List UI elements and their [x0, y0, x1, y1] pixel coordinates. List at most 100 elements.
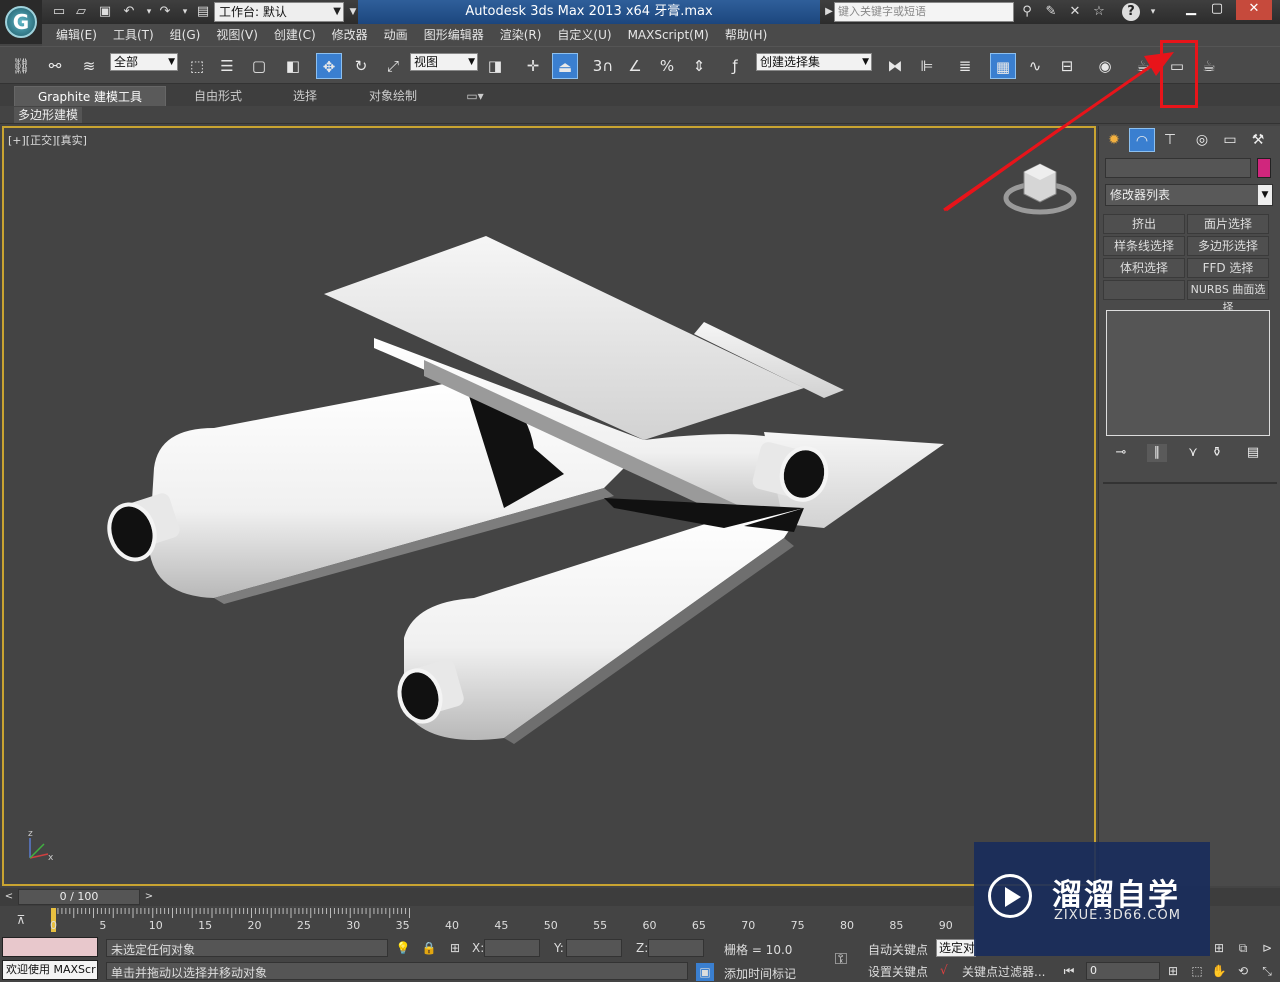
make-unique-icon[interactable]: ⋎ — [1183, 444, 1203, 462]
x-coordinate-input[interactable] — [484, 939, 540, 957]
modify-tab-icon[interactable]: ◠ — [1129, 128, 1155, 152]
keyboard-shortcut-override-icon[interactable]: ⏏ — [552, 53, 578, 79]
menu-views[interactable]: 视图(V) — [208, 24, 266, 46]
y-coordinate-input[interactable] — [566, 939, 622, 957]
spline-select-button[interactable]: 样条线选择 — [1103, 236, 1185, 256]
render-production-icon[interactable]: ☕ — [1196, 53, 1222, 79]
create-tab-icon[interactable]: ✹ — [1101, 128, 1127, 152]
spinner-snap-icon[interactable]: ⇕ — [686, 53, 712, 79]
unlink-selection-icon[interactable]: ⚯ — [42, 53, 68, 79]
extrude-button[interactable]: 挤出 — [1103, 214, 1185, 234]
maxscript-welcome[interactable]: 欢迎使用 MAXScr — [2, 960, 98, 980]
tab-freeform[interactable]: 自由形式 — [170, 86, 266, 106]
select-and-rotate-icon[interactable]: ↻ — [348, 53, 374, 79]
zoom-extents-selected-icon[interactable]: ⧉ — [1234, 939, 1252, 957]
undo-icon[interactable]: ↶ — [120, 3, 138, 21]
angle-snap-icon[interactable]: ∠ — [622, 53, 648, 79]
set-key-icon[interactable]: ⚿ — [832, 950, 850, 968]
configure-modifier-sets-icon[interactable]: ▤ — [1243, 444, 1263, 462]
menu-modifiers[interactable]: 修改器 — [324, 24, 376, 46]
selection-lock-icon[interactable]: 🔒 — [420, 939, 438, 957]
time-configuration-icon[interactable]: ⊞ — [1164, 962, 1182, 980]
select-and-move-icon[interactable]: ✥ — [316, 53, 342, 79]
isolate-selection-icon[interactable]: 💡 — [394, 939, 412, 957]
absolute-mode-icon[interactable]: ⊞ — [446, 939, 464, 957]
subscription-icon[interactable]: ✎ — [1042, 3, 1060, 21]
polygon-modeling-panel[interactable]: 多边形建模 — [14, 107, 83, 123]
menu-group[interactable]: 组(G) — [162, 24, 209, 46]
select-and-link-icon[interactable]: ⛓ — [8, 53, 34, 79]
tab-graphite-modeling[interactable]: Graphite 建模工具 — [14, 86, 166, 106]
previous-frame-icon[interactable]: < — [2, 890, 16, 904]
time-tag-icon[interactable]: ▣ — [696, 963, 714, 981]
object-color-swatch[interactable] — [1257, 158, 1271, 178]
new-file-icon[interactable]: ▭ — [50, 3, 68, 21]
menu-rendering[interactable]: 渲染(R) — [492, 24, 550, 46]
snaps-toggle-icon[interactable]: 3∩ — [590, 53, 616, 79]
select-and-scale-icon[interactable]: ⤢ — [380, 53, 406, 79]
help-icon[interactable]: ? — [1122, 3, 1140, 21]
object-name-field[interactable] — [1105, 158, 1251, 178]
window-crossing-icon[interactable]: ◧ — [280, 53, 306, 79]
select-by-name-icon[interactable]: ☰ — [214, 53, 240, 79]
menu-tools[interactable]: 工具(T) — [105, 24, 162, 46]
pan-view-icon[interactable]: ✋ — [1210, 962, 1228, 980]
next-frame-icon[interactable]: > — [142, 890, 156, 904]
patch-select-button[interactable]: 面片选择 — [1187, 214, 1269, 234]
show-end-result-icon[interactable]: ∥ — [1147, 444, 1167, 462]
tab-object-paint[interactable]: 对象绘制 — [346, 86, 440, 106]
help-dropdown-icon[interactable]: ▾ — [1144, 3, 1162, 21]
menu-create[interactable]: 创建(C) — [266, 24, 324, 46]
align-icon[interactable]: ⊫ — [914, 53, 940, 79]
save-file-icon[interactable]: ▣ — [96, 3, 114, 21]
empty-modifier-button[interactable] — [1103, 280, 1185, 300]
volume-select-button[interactable]: 体积选择 — [1103, 258, 1185, 278]
redo-icon[interactable]: ↷ — [156, 3, 174, 21]
minimize-button[interactable]: ▁ — [1178, 0, 1204, 20]
select-manipulate-icon[interactable]: ✛ — [520, 53, 546, 79]
communication-icon[interactable]: ✕ — [1066, 3, 1084, 21]
auto-key-button[interactable]: 自动关键点 — [868, 941, 928, 958]
menu-maxscript[interactable]: MAXScript(M) — [620, 24, 717, 46]
reference-coordinate-dropdown[interactable]: 视图 ▼ — [410, 53, 478, 71]
poly-select-button[interactable]: 多边形选择 — [1187, 236, 1269, 256]
tab-selection[interactable]: 选择 — [268, 86, 342, 106]
nurbs-surface-select-button[interactable]: NURBS 曲面选择 — [1187, 280, 1269, 314]
utilities-tab-icon[interactable]: ⚒ — [1245, 128, 1271, 152]
orbit-icon[interactable]: ⟲ — [1234, 962, 1252, 980]
perspective-viewport[interactable]: z x [+][正交][真实] — [2, 126, 1096, 886]
pin-stack-icon[interactable]: ⊸ — [1111, 444, 1131, 462]
viewport-label[interactable]: [+][正交][真实] — [8, 132, 87, 148]
mirror-icon[interactable]: ⧓ — [882, 53, 908, 79]
open-file-icon[interactable]: ▱ — [72, 3, 90, 21]
edit-named-selections-icon[interactable]: ƒ — [722, 53, 748, 79]
redo-dropdown-icon[interactable]: ▾ — [176, 3, 194, 21]
remove-modifier-icon[interactable]: ⚱ — [1207, 444, 1227, 462]
named-selection-dropdown[interactable]: 创建选择集 ▼ — [756, 53, 872, 71]
set-key-button[interactable]: 设置关键点 — [868, 963, 928, 980]
key-selection-dropdown[interactable]: 选定对 — [936, 939, 976, 957]
current-frame-input[interactable]: 0 — [1086, 962, 1160, 980]
key-filters-button[interactable]: 关键点过滤器... — [962, 963, 1045, 980]
menu-customize[interactable]: 自定义(U) — [549, 24, 619, 46]
project-folder-icon[interactable]: ▤ — [194, 3, 212, 21]
close-button[interactable]: ✕ — [1236, 0, 1272, 20]
field-of-view-icon[interactable]: ⊳ — [1258, 939, 1276, 957]
pivot-center-icon[interactable]: ◨ — [482, 53, 508, 79]
percent-snap-icon[interactable]: % — [654, 53, 680, 79]
rectangular-selection-icon[interactable]: ▢ — [246, 53, 272, 79]
bind-space-warp-icon[interactable]: ≋ — [76, 53, 102, 79]
hierarchy-tab-icon[interactable]: ⊤ — [1157, 128, 1183, 152]
menu-help[interactable]: 帮助(H) — [717, 24, 775, 46]
search-input[interactable]: 键入关键字或短语 — [834, 2, 1014, 22]
modifier-list-dropdown[interactable]: 修改器列表 ▼ — [1105, 184, 1273, 206]
maximize-viewport-icon[interactable]: ⤡ — [1258, 962, 1276, 980]
zoom-extents-all-icon[interactable]: ⊞ — [1210, 939, 1228, 957]
select-object-icon[interactable]: ⬚ — [184, 53, 210, 79]
display-tab-icon[interactable]: ▭ — [1217, 128, 1243, 152]
motion-tab-icon[interactable]: ◎ — [1189, 128, 1215, 152]
workspace-dropdown[interactable]: 工作台: 默认 ▼ — [214, 2, 344, 22]
menu-edit[interactable]: 编辑(E) — [48, 24, 105, 46]
maxscript-listener-mini[interactable] — [2, 937, 98, 957]
selection-filter-dropdown[interactable]: 全部 ▼ — [110, 53, 178, 71]
